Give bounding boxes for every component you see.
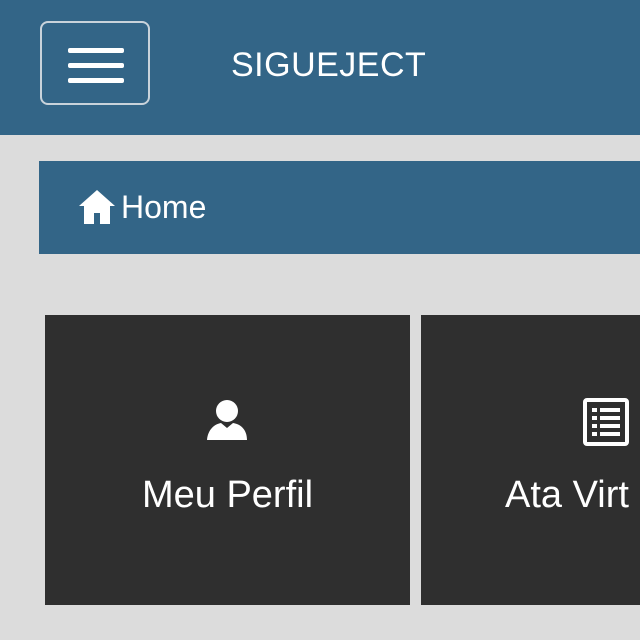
- breadcrumb-home-label: Home: [121, 189, 207, 225]
- virtual-minutes-tile[interactable]: Ata Virt: [421, 315, 640, 605]
- profile-tile[interactable]: Meu Perfil: [45, 315, 410, 605]
- hamburger-menu-icon-bar-top: [68, 48, 124, 53]
- menu-button[interactable]: [40, 21, 150, 105]
- document-list-icon: [583, 398, 629, 446]
- app-title: SIGUEJECT: [231, 46, 427, 84]
- user-icon: [207, 400, 247, 440]
- home-icon: [79, 190, 115, 224]
- top-bar: SIGUEJECT: [0, 0, 640, 135]
- hamburger-menu-icon-bar-middle: [68, 63, 124, 68]
- profile-tile-label: Meu Perfil: [141, 474, 314, 516]
- breadcrumb-home-link[interactable]: Home: [76, 186, 206, 228]
- virtual-minutes-tile-label: Ata Virt: [505, 474, 629, 516]
- hamburger-menu-icon-bar-bottom: [68, 78, 124, 83]
